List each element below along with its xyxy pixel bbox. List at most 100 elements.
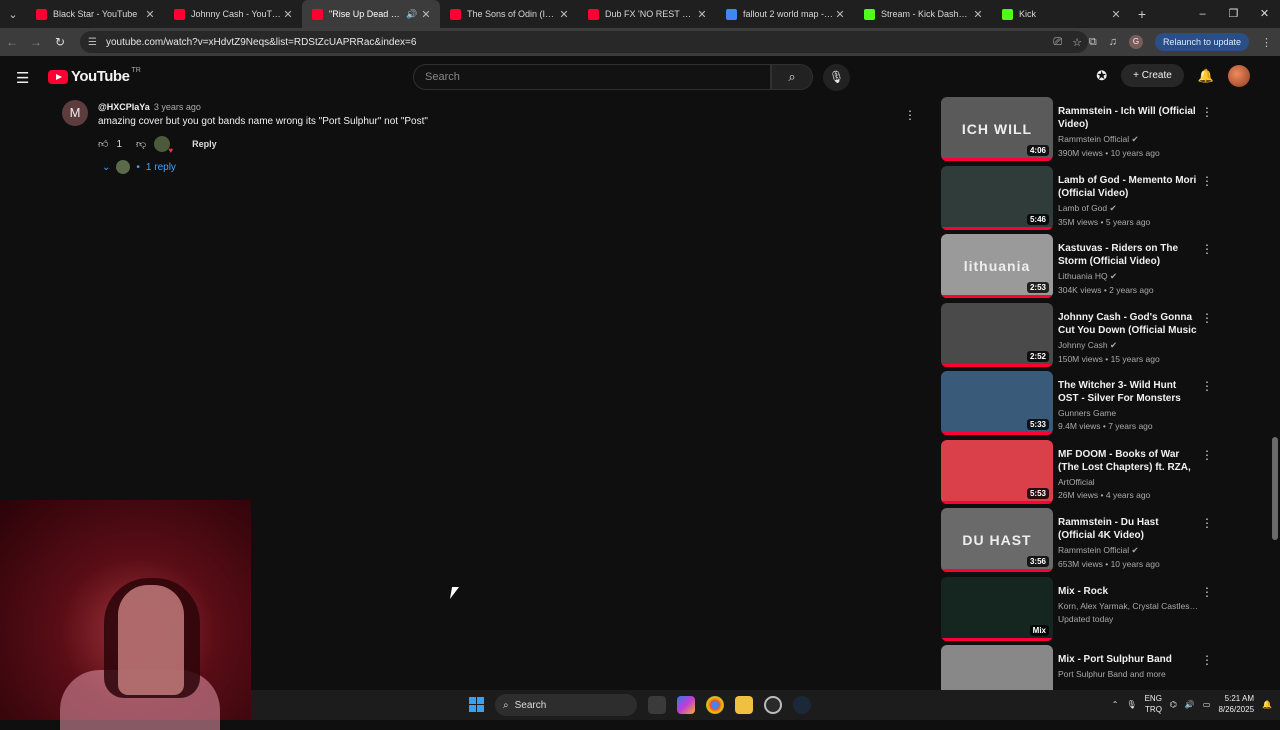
comment-author[interactable]: @HXCPlaYa 3 years ago	[98, 102, 201, 112]
video-channel[interactable]: Gunners Game	[1058, 408, 1198, 418]
tab-close-icon[interactable]: ✕	[420, 8, 432, 21]
scrollbar-thumb[interactable]	[1272, 437, 1278, 540]
back-arrow-icon[interactable]: ←	[0, 35, 24, 49]
comment-author-name[interactable]: @HXCPlaYa	[98, 102, 150, 112]
browser-tab[interactable]: Dub FX 'NO REST FOR THE...✕	[578, 0, 716, 28]
browser-tab[interactable]: The Sons of Odin (Immortal...✕	[440, 0, 578, 28]
channel-name[interactable]: Lamb of God	[1058, 203, 1107, 213]
chrome-icon[interactable]	[706, 696, 724, 714]
profile-avatar[interactable]: G	[1128, 35, 1143, 49]
relaunch-button[interactable]: Relaunch to update	[1154, 33, 1249, 51]
video-channel[interactable]: ArtOfficial	[1058, 477, 1198, 487]
tab-close-icon[interactable]: ✕	[972, 8, 984, 21]
video-more-icon[interactable]: ⋮	[1201, 242, 1213, 256]
notifications-bell-icon[interactable]: 🔔	[1198, 68, 1214, 84]
tab-close-icon[interactable]: ✕	[282, 8, 294, 21]
youtube-logo[interactable]: YouTube TR	[48, 67, 141, 85]
channel-name[interactable]: Korn, Alex Yarmak, Crystal Castles, and …	[1058, 601, 1198, 611]
channel-name[interactable]: Johnny Cash	[1058, 340, 1108, 350]
forward-arrow-icon[interactable]: →	[24, 35, 48, 49]
restore-icon[interactable]: ❐	[1218, 0, 1249, 28]
account-avatar[interactable]	[1228, 64, 1250, 87]
site-info-icon[interactable]: ☰	[88, 37, 100, 48]
tab-close-icon[interactable]: ✕	[1110, 8, 1122, 21]
channel-name[interactable]: Gunners Game	[1058, 408, 1116, 418]
recommended-video[interactable]: 5:33 The Witcher 3- Wild Hunt OST - Silve…	[941, 371, 1261, 435]
video-thumbnail[interactable]	[941, 645, 1053, 690]
new-tab-button[interactable]: +	[1130, 6, 1154, 22]
video-channel[interactable]: Lamb of God ✔	[1058, 203, 1198, 214]
install-app-icon[interactable]: ⎚	[1053, 36, 1062, 49]
minimize-icon[interactable]: –	[1187, 0, 1218, 28]
volume-icon[interactable]: 🔊	[1185, 700, 1195, 709]
video-title[interactable]: Kastuvas - Riders on The Storm (Official…	[1058, 242, 1198, 268]
browser-tab[interactable]: Stream - Kick Dashboard ✕	[854, 0, 992, 28]
recommended-video[interactable]: lithuania 2:53 Kastuvas - Riders on The St…	[941, 234, 1261, 298]
video-thumbnail[interactable]: ICH WILL 4:06	[941, 97, 1053, 161]
voice-search-button[interactable]: 🎙	[823, 64, 850, 91]
browser-tab[interactable]: Johnny Cash - YouTube ✕	[164, 0, 302, 28]
file-explorer-icon[interactable]	[735, 696, 753, 714]
tab-close-icon[interactable]: ✕	[834, 8, 846, 21]
video-thumbnail[interactable]: lithuania 2:53	[941, 234, 1053, 298]
video-title[interactable]: Lamb of God - Memento Mori (Official Vid…	[1058, 174, 1198, 200]
hamburger-menu-icon[interactable]: ☰	[16, 69, 29, 87]
tab-close-icon[interactable]: ✕	[144, 8, 156, 21]
address-bar[interactable]: ☰ youtube.com/watch?v=xHdvtZ9Neqs&list=R…	[80, 31, 1088, 53]
search-button[interactable]: ⌕	[771, 64, 813, 90]
video-channel[interactable]: Rammstein Official ✔	[1058, 545, 1198, 556]
input-language[interactable]: ENG TRQ	[1145, 693, 1162, 715]
browser-tab[interactable]: fallout 2 world map - Google...✕	[716, 0, 854, 28]
recommended-video[interactable]: Mix - Port Sulphur Band Port Sulphur Band…	[941, 645, 1261, 690]
extensions-icon[interactable]: ⧉	[1089, 36, 1097, 49]
reply-button[interactable]: Reply	[192, 139, 217, 149]
video-channel[interactable]: Lithuania HQ ✔	[1058, 271, 1198, 282]
video-more-icon[interactable]: ⋮	[1201, 174, 1213, 188]
video-title[interactable]: MF DOOM - Books of War (The Lost Chapter…	[1058, 448, 1198, 474]
video-title[interactable]: The Witcher 3- Wild Hunt OST - Silver Fo…	[1058, 379, 1198, 405]
like-thumb-icon[interactable]: 👍︎	[98, 138, 108, 150]
channel-name[interactable]: Lithuania HQ	[1058, 271, 1108, 281]
video-thumbnail[interactable]: 2:52	[941, 302, 1053, 367]
taskbar-search[interactable]: ⌕ Search	[495, 694, 637, 716]
recommended-video[interactable]: ICH WILL 4:06 Rammstein - Ich Will (Offici…	[941, 97, 1261, 161]
replies-toggle[interactable]: ⌄ • 1 reply	[102, 160, 176, 174]
copilot-icon[interactable]	[677, 696, 695, 714]
obs-icon[interactable]	[764, 696, 782, 714]
network-icon[interactable]: ⌬	[1170, 700, 1177, 709]
windows-start-icon[interactable]	[469, 697, 484, 712]
video-thumbnail[interactable]: DU HAST 3:56	[941, 508, 1053, 572]
channel-name[interactable]: Port Sulphur Band and more	[1058, 669, 1166, 679]
comment-more-icon[interactable]: ⋮	[904, 108, 916, 122]
page-scrollbar[interactable]	[1271, 56, 1280, 690]
recommended-video[interactable]: 5:53 MF DOOM - Books of War (The Lost Cha…	[941, 439, 1261, 504]
video-more-icon[interactable]: ⋮	[1201, 585, 1213, 599]
live-chat-icon[interactable]: ✪	[1096, 68, 1107, 84]
recommended-video[interactable]: 5:46 Lamb of God - Memento Mori (Official…	[941, 165, 1261, 230]
dislike-thumb-icon[interactable]: 👎︎	[136, 138, 146, 150]
video-title[interactable]: Johnny Cash - God's Gonna Cut You Down (…	[1058, 311, 1198, 337]
recommended-video[interactable]: 2:52 Johnny Cash - God's Gonna Cut You Do…	[941, 302, 1261, 367]
comment-time[interactable]: 3 years ago	[154, 102, 201, 112]
video-more-icon[interactable]: ⋮	[1201, 379, 1213, 393]
video-more-icon[interactable]: ⋮	[1201, 516, 1213, 530]
tray-chevron-icon[interactable]: ⌃	[1112, 700, 1119, 709]
reload-icon[interactable]: ↻	[48, 35, 72, 49]
video-more-icon[interactable]: ⋮	[1201, 448, 1213, 462]
notification-center-icon[interactable]: 🔔	[1262, 700, 1272, 709]
browser-tab[interactable]: "Rise Up Dead Man" ...🔊✕	[302, 0, 440, 28]
video-channel[interactable]: Johnny Cash ✔	[1058, 340, 1198, 351]
tab-search-chevron-icon[interactable]: ⌄	[0, 0, 26, 28]
channel-name[interactable]: Rammstein Official	[1058, 134, 1129, 144]
channel-name[interactable]: Rammstein Official	[1058, 545, 1129, 555]
task-view-icon[interactable]	[648, 696, 666, 714]
video-thumbnail[interactable]: Mix	[941, 576, 1053, 641]
video-thumbnail[interactable]: 5:33	[941, 371, 1053, 435]
taskbar-clock[interactable]: 5:21 AM 8/26/2025	[1218, 693, 1254, 715]
video-more-icon[interactable]: ⋮	[1201, 311, 1213, 325]
video-thumbnail[interactable]: 5:53	[941, 439, 1053, 504]
tab-audio-icon[interactable]: 🔊	[406, 9, 420, 20]
video-more-icon[interactable]: ⋮	[1201, 105, 1213, 119]
video-channel[interactable]: Korn, Alex Yarmak, Crystal Castles, and …	[1058, 601, 1198, 611]
recommended-video[interactable]: DU HAST 3:56 Rammstein - Du Hast (Official…	[941, 508, 1261, 572]
